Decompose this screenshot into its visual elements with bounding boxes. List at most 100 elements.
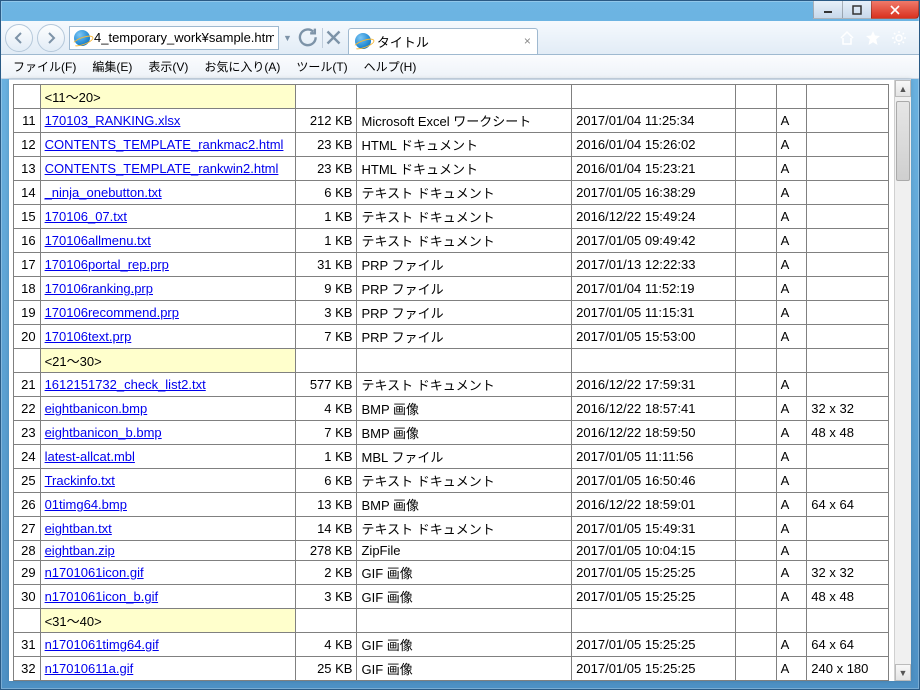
file-size: 1 KB: [296, 445, 357, 469]
row-number: 23: [14, 421, 41, 445]
browser-window: ▼ タイトル × ファイル(F) 編集(E) 表示(V) お気に入り(A) ツー…: [0, 0, 920, 690]
file-link[interactable]: 170106portal_rep.prp: [45, 257, 169, 272]
file-link[interactable]: n17010611a.gif: [45, 661, 134, 676]
tools-icon[interactable]: [891, 30, 907, 46]
file-col6: [735, 397, 776, 421]
file-dimensions: 240 x 180: [807, 657, 889, 681]
file-link[interactable]: 170106recommend.prp: [45, 305, 179, 320]
file-link[interactable]: 170106text.prp: [45, 329, 132, 344]
file-size: 23 KB: [296, 133, 357, 157]
table-row: 23eightbanicon_b.bmp7 KBBMP 画像2016/12/22…: [14, 421, 889, 445]
file-attr: A: [776, 205, 807, 229]
menu-help[interactable]: ヘルプ(H): [356, 56, 425, 77]
address-input[interactable]: [94, 30, 274, 45]
menu-tools[interactable]: ツール(T): [288, 56, 355, 77]
forward-button[interactable]: [37, 24, 65, 52]
file-col6: [735, 373, 776, 397]
file-link[interactable]: n1701061icon_b.gif: [45, 589, 159, 604]
file-type: BMP 画像: [357, 397, 572, 421]
address-bar[interactable]: [69, 26, 279, 50]
row-number: 12: [14, 133, 41, 157]
file-link[interactable]: 170106ranking.prp: [45, 281, 153, 296]
table-row: 30n1701061icon_b.gif3 KBGIF 画像2017/01/05…: [14, 585, 889, 609]
vertical-scrollbar[interactable]: ▲ ▼: [894, 80, 911, 681]
file-dimensions: 64 x 64: [807, 633, 889, 657]
file-link[interactable]: eightbanicon.bmp: [45, 401, 148, 416]
tab-close-icon[interactable]: ×: [524, 34, 531, 48]
file-link[interactable]: eightban.zip: [45, 543, 115, 558]
refresh-button[interactable]: [296, 27, 318, 49]
scroll-up-icon[interactable]: ▲: [895, 80, 911, 97]
favorites-icon[interactable]: [865, 30, 881, 46]
file-size: 1 KB: [296, 229, 357, 253]
file-link[interactable]: CONTENTS_TEMPLATE_rankmac2.html: [45, 137, 284, 152]
file-date: 2016/12/22 18:59:01: [572, 493, 736, 517]
file-link[interactable]: 170106allmenu.txt: [45, 233, 151, 248]
file-col6: [735, 561, 776, 585]
table-row: 28eightban.zip278 KBZipFile2017/01/05 10…: [14, 541, 889, 561]
file-link[interactable]: eightban.txt: [45, 521, 112, 536]
file-size: 23 KB: [296, 157, 357, 181]
file-size: 278 KB: [296, 541, 357, 561]
file-attr: A: [776, 109, 807, 133]
file-link[interactable]: 1612151732_check_list2.txt: [45, 377, 206, 392]
file-link[interactable]: Trackinfo.txt: [45, 473, 115, 488]
back-button[interactable]: [5, 24, 33, 52]
file-type: GIF 画像: [357, 585, 572, 609]
file-link[interactable]: CONTENTS_TEMPLATE_rankwin2.html: [45, 161, 279, 176]
row-number: 17: [14, 253, 41, 277]
file-type: テキスト ドキュメント: [357, 373, 572, 397]
file-date: 2016/01/04 15:23:21: [572, 157, 736, 181]
file-size: 6 KB: [296, 469, 357, 493]
close-button[interactable]: [871, 1, 919, 19]
scroll-down-icon[interactable]: ▼: [895, 664, 911, 681]
content-area: <11～20>11170103_RANKING.xlsx212 KBMicros…: [9, 79, 911, 681]
file-link[interactable]: 170103_RANKING.xlsx: [45, 113, 181, 128]
minimize-button[interactable]: [813, 1, 843, 19]
file-link[interactable]: n1701061timg64.gif: [45, 637, 159, 652]
file-size: 14 KB: [296, 517, 357, 541]
group-label: <11～20>: [40, 85, 296, 109]
file-link[interactable]: latest-allcat.mbl: [45, 449, 135, 464]
file-size: 13 KB: [296, 493, 357, 517]
menu-edit[interactable]: 編集(E): [84, 56, 140, 77]
file-link[interactable]: eightbanicon_b.bmp: [45, 425, 162, 440]
group-label: <21～30>: [40, 349, 296, 373]
file-date: 2016/12/22 18:57:41: [572, 397, 736, 421]
scrollbar-thumb[interactable]: [896, 101, 910, 181]
scrollbar-track[interactable]: [895, 97, 911, 664]
home-icon[interactable]: [839, 30, 855, 46]
table-row: 18170106ranking.prp9 KBPRP ファイル2017/01/0…: [14, 277, 889, 301]
file-attr: A: [776, 397, 807, 421]
file-type: テキスト ドキュメント: [357, 469, 572, 493]
file-link[interactable]: 01timg64.bmp: [45, 497, 127, 512]
file-date: 2016/12/22 17:59:31: [572, 373, 736, 397]
file-link[interactable]: 170106_07.txt: [45, 209, 127, 224]
browser-tab[interactable]: タイトル ×: [348, 28, 538, 54]
file-date: 2016/01/04 15:26:02: [572, 133, 736, 157]
file-attr: A: [776, 157, 807, 181]
table-row: 29n1701061icon.gif2 KBGIF 画像2017/01/05 1…: [14, 561, 889, 585]
table-row: 20170106text.prp7 KBPRP ファイル2017/01/05 1…: [14, 325, 889, 349]
table-row: 17170106portal_rep.prp31 KBPRP ファイル2017/…: [14, 253, 889, 277]
file-type: テキスト ドキュメント: [357, 229, 572, 253]
stop-button[interactable]: [322, 28, 344, 48]
file-link[interactable]: _ninja_onebutton.txt: [45, 185, 162, 200]
menu-file[interactable]: ファイル(F): [5, 56, 84, 77]
file-dimensions: 32 x 32: [807, 397, 889, 421]
file-col6: [735, 325, 776, 349]
file-type: GIF 画像: [357, 657, 572, 681]
file-size: 9 KB: [296, 277, 357, 301]
menu-view[interactable]: 表示(V): [140, 56, 196, 77]
file-link[interactable]: n1701061icon.gif: [45, 565, 144, 580]
maximize-button[interactable]: [842, 1, 872, 19]
table-row: 31n1701061timg64.gif4 KBGIF 画像2017/01/05…: [14, 633, 889, 657]
file-size: 25 KB: [296, 657, 357, 681]
address-dropdown-icon[interactable]: ▼: [283, 33, 292, 43]
table-row: 33n17010611b.gif194 KBGIF 画像2017/01/05 1…: [14, 681, 889, 682]
file-col6: [735, 633, 776, 657]
row-number: 13: [14, 157, 41, 181]
file-size: 1 KB: [296, 205, 357, 229]
file-date: 2017/01/05 15:25:25: [572, 633, 736, 657]
menu-favorites[interactable]: お気に入り(A): [196, 56, 288, 77]
